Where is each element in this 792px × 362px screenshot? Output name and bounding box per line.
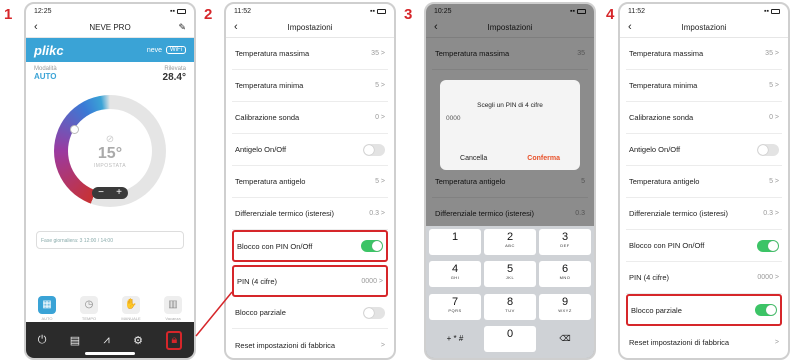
connector-arrow-icon xyxy=(195,291,233,337)
tutorial-stage: 1 2 3 4 12:25 ▪▪ ‹ NEVE PRO ✎ plikc neve… xyxy=(0,0,792,362)
